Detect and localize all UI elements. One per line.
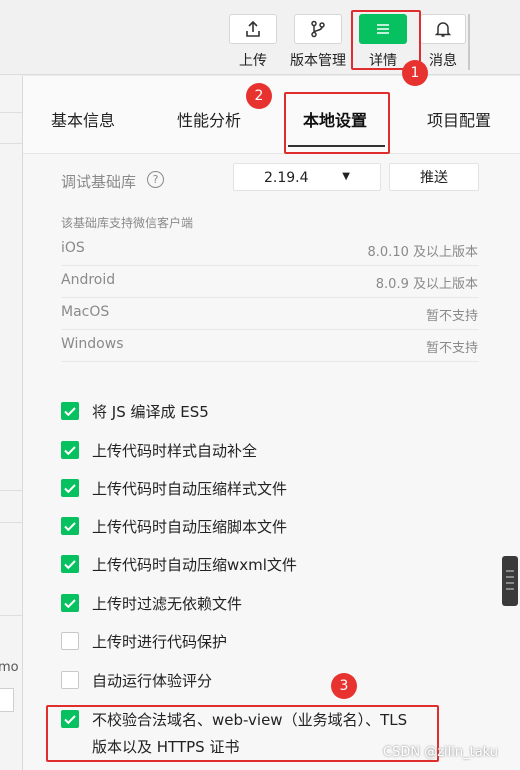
client-req-windows: 暂不支持	[425, 341, 478, 356]
upload-label: 上传	[239, 53, 267, 69]
check-icon	[64, 446, 76, 456]
annotation-badge-2: 2	[246, 83, 272, 109]
messages-button[interactable]	[420, 14, 466, 44]
check-icon	[64, 560, 76, 570]
annotation-badge-3: 3	[331, 673, 357, 699]
client-caption: 该基础库支持微信客户端	[61, 216, 194, 230]
help-glyph: ?	[152, 173, 159, 186]
annotation-badge-1: 1	[402, 60, 428, 86]
toolbar-divider	[468, 14, 470, 70]
checkbox-unchecked[interactable]	[61, 632, 79, 650]
option-label: 自动运行体验评分	[92, 672, 213, 690]
tab-basic-info[interactable]: 基本信息	[51, 107, 115, 131]
client-req-ios: 8.0.10 及以上版本	[367, 245, 478, 260]
checkbox-checked[interactable]	[61, 555, 79, 573]
checkbox-checked[interactable]	[61, 441, 79, 459]
client-os-android: Android	[61, 272, 116, 288]
branch-icon	[311, 20, 325, 38]
tab-project-config[interactable]: 项目配置	[427, 107, 491, 131]
highlight-skip-domain-check	[46, 705, 439, 762]
divider	[61, 361, 479, 362]
push-button[interactable]: 推送	[389, 163, 479, 191]
caret-down-icon: ▼	[342, 171, 350, 182]
checkbox-checked[interactable]	[61, 402, 79, 420]
upload-button[interactable]	[229, 14, 277, 44]
check-icon	[64, 522, 76, 532]
check-icon	[64, 484, 76, 494]
lib-version-select[interactable]: 2.19.4 ▼	[233, 163, 381, 191]
highlight-local-settings-tab	[284, 92, 390, 154]
version-label: 版本管理	[290, 53, 346, 69]
check-icon	[64, 407, 76, 417]
checkbox-unchecked[interactable]	[61, 671, 79, 689]
divider	[0, 615, 22, 616]
tab-performance[interactable]: 性能分析	[177, 107, 241, 131]
bell-icon	[435, 22, 451, 37]
lib-version-value: 2.19.4	[264, 170, 309, 186]
help-icon[interactable]: ?	[147, 171, 164, 188]
check-icon	[64, 599, 76, 609]
option-label: 上传代码时自动压缩wxml文件	[92, 556, 297, 574]
watermark: CSDN @zilin_taku	[383, 745, 499, 760]
version-button[interactable]	[294, 14, 342, 44]
divider	[0, 112, 22, 113]
option-label: 上传代码时样式自动补全	[92, 442, 258, 460]
debug-lib-label: 调试基础库	[61, 173, 137, 191]
option-label: 上传代码时自动压缩脚本文件	[92, 518, 288, 536]
client-os-windows: Windows	[61, 336, 124, 352]
divider	[61, 329, 479, 330]
option-label: 上传时过滤无依赖文件	[92, 595, 243, 613]
option-label: 将 JS 编译成 ES5	[92, 403, 209, 421]
scrollbar-handle[interactable]	[502, 556, 518, 606]
details-panel: 基本信息 性能分析 本地设置 项目配置 调试基础库 ? 2.19.4 ▼ 推送 …	[22, 76, 520, 770]
tab-bar: 基本信息 性能分析 本地设置 项目配置	[23, 76, 520, 154]
left-input-fragment[interactable]	[0, 688, 14, 712]
messages-label: 消息	[429, 53, 457, 69]
option-label: 上传代码时自动压缩样式文件	[92, 480, 288, 498]
client-os-ios: iOS	[61, 240, 85, 256]
left-text-fragment: mo	[0, 660, 19, 675]
checkbox-checked[interactable]	[61, 594, 79, 612]
divider	[61, 265, 479, 266]
top-toolbar: 上传 版本管理 详情 消息	[0, 0, 520, 75]
upload-icon	[246, 20, 260, 37]
option-label: 上传时进行代码保护	[92, 633, 228, 651]
client-req-macos: 暂不支持	[425, 309, 478, 324]
client-req-android: 8.0.9 及以上版本	[375, 277, 478, 292]
divider	[0, 490, 22, 491]
divider	[61, 297, 479, 298]
divider	[0, 143, 22, 144]
client-os-macos: MacOS	[61, 304, 110, 320]
divider	[0, 522, 22, 523]
checkbox-checked[interactable]	[61, 479, 79, 497]
checkbox-checked[interactable]	[61, 517, 79, 535]
